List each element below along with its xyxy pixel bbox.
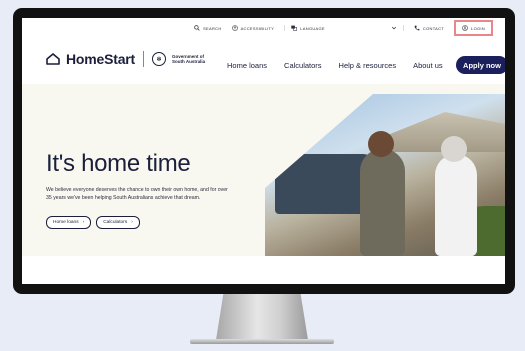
main-navigation: HomeStart ✻ Government of South Australi… bbox=[22, 42, 505, 76]
accessibility-icon bbox=[231, 25, 238, 31]
translate-icon bbox=[291, 25, 298, 31]
contact-label: CONTACT bbox=[422, 25, 445, 31]
logo-divider bbox=[143, 51, 144, 67]
home-loans-button[interactable]: Home loans › bbox=[46, 216, 92, 229]
apply-now-button[interactable]: Apply now bbox=[456, 56, 505, 74]
language-label: LANGUAGE bbox=[300, 25, 325, 31]
user-icon bbox=[462, 25, 468, 31]
chevron-right-icon: › bbox=[131, 220, 133, 225]
person-left-head bbox=[368, 131, 394, 157]
government-crest-icon: ✻ bbox=[152, 52, 166, 66]
chevron-down-icon bbox=[391, 26, 396, 30]
monitor-stand-base bbox=[190, 339, 334, 344]
accessibility-link[interactable]: ACCESSIBILITY bbox=[231, 25, 275, 31]
hero-section: It's home time We believe everyone deser… bbox=[22, 84, 505, 256]
calculators-button-label: Calculators bbox=[103, 220, 128, 225]
login-link[interactable]: LOGIN bbox=[454, 20, 493, 36]
homestart-logo[interactable]: HomeStart ✻ Government of South Australi… bbox=[46, 51, 205, 67]
nav-help-resources[interactable]: Help & resources bbox=[339, 61, 397, 70]
search-icon bbox=[194, 25, 200, 31]
nav-home-loans[interactable]: Home loans bbox=[227, 61, 267, 70]
government-label: Government of South Australia bbox=[172, 54, 205, 64]
chevron-right-icon: › bbox=[82, 220, 85, 225]
calculators-button[interactable]: Calculators › bbox=[96, 216, 140, 229]
utility-bar: SEARCH ACCESSIBILITY LANGUAGE CONTACT LO… bbox=[22, 18, 505, 38]
language-select[interactable]: LANGUAGE bbox=[284, 25, 404, 31]
monitor-stand bbox=[216, 294, 308, 340]
person-right-head bbox=[441, 136, 467, 162]
website-screen: SEARCH ACCESSIBILITY LANGUAGE CONTACT LO… bbox=[22, 18, 505, 284]
nav-links: Home loans Calculators Help & resources … bbox=[227, 61, 443, 70]
monitor: SEARCH ACCESSIBILITY LANGUAGE CONTACT LO… bbox=[13, 8, 515, 294]
search-link[interactable]: SEARCH bbox=[194, 25, 221, 31]
brand-name: HomeStart bbox=[66, 51, 135, 67]
home-loans-button-label: Home loans bbox=[53, 220, 79, 225]
hero-buttons: Home loans › Calculators › bbox=[46, 216, 140, 229]
nav-calculators[interactable]: Calculators bbox=[284, 61, 322, 70]
hero-photo bbox=[265, 94, 505, 256]
nav-about-us[interactable]: About us bbox=[413, 61, 443, 70]
contact-link[interactable]: CONTACT bbox=[414, 25, 444, 31]
house-icon bbox=[46, 53, 60, 65]
search-label: SEARCH bbox=[203, 25, 222, 31]
hero-description: We believe everyone deserves the chance … bbox=[46, 187, 228, 201]
accessibility-label: ACCESSIBILITY bbox=[240, 25, 275, 31]
person-left bbox=[360, 131, 405, 256]
phone-icon bbox=[414, 25, 420, 31]
login-label: LOGIN bbox=[471, 25, 485, 31]
hero-title: It's home time bbox=[46, 150, 191, 178]
person-right bbox=[435, 136, 477, 256]
government-line-2: South Australia bbox=[172, 59, 206, 64]
